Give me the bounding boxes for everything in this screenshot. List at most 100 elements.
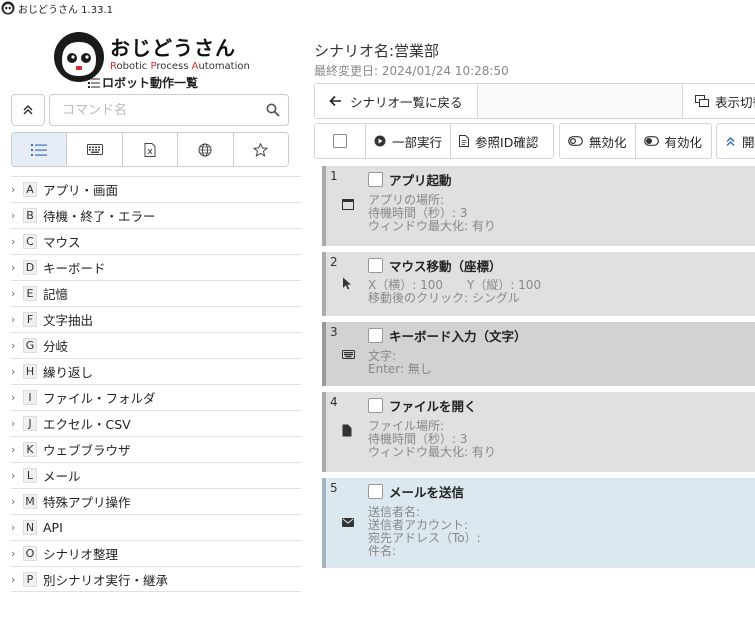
step-detail: 件名: (368, 544, 397, 558)
robot-action-list-title: ロボット動作一覧 (88, 74, 198, 91)
chevron-right-icon: › (11, 365, 16, 378)
command-search-input[interactable] (62, 102, 266, 118)
step-checkbox[interactable] (368, 328, 383, 343)
category-item[interactable]: › G 分岐 (11, 332, 301, 358)
category-item[interactable]: › P 別シナリオ実行・継承 (11, 566, 301, 592)
arrow-left-icon (329, 95, 341, 107)
category-item[interactable]: › D キーボード (11, 254, 301, 280)
step-title: マウス移動（座標） (389, 259, 502, 274)
search-icon[interactable] (266, 103, 280, 117)
category-item[interactable]: › A アプリ・画面 (11, 176, 301, 202)
logo-subtitle: Robotic Process Automation (110, 61, 250, 72)
category-list: › A アプリ・画面 › B 待機・終了・エラー › C マウス › D キーボード › E 記憶 … (11, 176, 301, 592)
tab-excel[interactable] (122, 133, 179, 166)
category-item[interactable]: › O シナリオ整理 (11, 540, 301, 566)
collapse-all-button[interactable] (11, 94, 45, 126)
back-to-scenario-list-button[interactable]: シナリオ一覧に戻る (315, 84, 478, 118)
chevron-right-icon: › (11, 183, 16, 196)
double-chevron-up-icon (23, 104, 33, 115)
category-item[interactable]: › M 特殊アプリ操作 (11, 488, 301, 514)
step-title: キーボード入力（文字） (389, 329, 527, 344)
scenario-editor: シナリオ名:営業部 最終変更日: 2024/01/24 10:28:50 シナリ… (314, 16, 755, 626)
enable-button[interactable]: 有効化 (636, 124, 711, 158)
play-circle-icon (374, 135, 386, 147)
step-detail: ウィンドウ最大化: 有り (368, 219, 496, 233)
scenario-step-list: 1 アプリ起動 アプリの場所: 待機時間（秒）: 3 ウィンドウ最大化: 有り 2 … (322, 166, 755, 574)
chevron-right-icon: › (11, 443, 16, 456)
step-detail: ウィンドウ最大化: 有り (368, 445, 496, 459)
tab-favorites[interactable] (233, 133, 288, 166)
step-detail: Enter: 無し (368, 362, 432, 376)
mail-icon (342, 518, 354, 527)
partial-run-button[interactable]: 一部実行 (366, 124, 452, 158)
select-all-checkbox[interactable] (315, 124, 366, 158)
list-icon (88, 77, 100, 88)
category-item[interactable]: › N API (11, 514, 301, 540)
chevron-right-icon: › (11, 313, 16, 326)
step-checkbox[interactable] (368, 258, 383, 273)
toggle-on-icon (643, 136, 659, 146)
chevron-right-icon: › (11, 547, 16, 560)
list-icon (31, 143, 48, 156)
category-item[interactable]: › E 記憶 (11, 280, 301, 306)
scenario-step[interactable]: 4 ファイルを開く ファイル場所: 待機時間（秒）: 3 ウィンドウ最大化: 有り (322, 392, 755, 472)
tab-keyboard[interactable] (67, 133, 123, 166)
file-icon (342, 424, 352, 437)
chevron-right-icon: › (11, 495, 16, 508)
category-item[interactable]: › I ファイル・フォルダ (11, 384, 301, 410)
chevron-right-icon: › (11, 521, 16, 534)
display-switch-icon (695, 95, 709, 107)
chevron-right-icon: › (11, 417, 16, 430)
open-all-button[interactable]: 開 (717, 124, 755, 158)
command-category-tabs (11, 132, 289, 167)
double-chevron-up-icon (726, 136, 735, 146)
step-title: ファイルを開く (389, 399, 477, 414)
step-number: 3 (330, 325, 338, 339)
run-group: 一部実行 参照ID確認 (314, 123, 554, 159)
sidebar: おじどうさん Robotic Process Automation ロボット動作… (0, 16, 302, 626)
chevron-right-icon: › (11, 287, 16, 300)
step-number: 5 (330, 481, 338, 495)
star-icon (253, 142, 269, 157)
chevron-right-icon: › (11, 235, 16, 248)
window-title: おじどうさん 1.33.1 (18, 4, 113, 16)
category-item[interactable]: › B 待機・終了・エラー (11, 202, 301, 228)
step-detail: 移動後のクリック: シングル (368, 291, 520, 305)
category-item[interactable]: › K ウェブブラウザ (11, 436, 301, 462)
search-row (11, 94, 289, 126)
view-toggle-button[interactable]: 表示切替 (682, 84, 755, 118)
cursor-icon (343, 277, 351, 290)
step-title: メールを送信 (389, 485, 465, 500)
document-icon (459, 135, 470, 147)
scenario-step[interactable]: 2 マウス移動（座標） X（横）: 100 Y（縦）: 100 移動後のクリック:… (322, 252, 755, 316)
chevron-right-icon: › (11, 469, 16, 482)
command-search-box (49, 94, 289, 126)
navigation-bar: シナリオ一覧に戻る 表示切替 (314, 83, 755, 119)
tab-web[interactable] (178, 133, 234, 166)
step-number: 4 (330, 395, 338, 409)
scenario-name: シナリオ名:営業部 (314, 42, 440, 60)
logo-name: おじどうさん (110, 36, 236, 60)
window-icon (342, 199, 354, 210)
scenario-step[interactable]: 1 アプリ起動 アプリの場所: 待機時間（秒）: 3 ウィンドウ最大化: 有り (322, 166, 755, 246)
category-item[interactable]: › F 文字抽出 (11, 306, 301, 332)
scenario-step[interactable]: 5 メールを送信 送信者名: 送信者アカウント: 宛先アドレス（To）: 件名: (322, 478, 755, 568)
chevron-right-icon: › (11, 391, 16, 404)
category-item[interactable]: › J エクセル・CSV (11, 410, 301, 436)
expand-group: 開 (716, 123, 755, 159)
keyboard-icon (342, 350, 355, 359)
category-item[interactable]: › C マウス (11, 228, 301, 254)
category-item[interactable]: › H 繰り返し (11, 358, 301, 384)
disable-button[interactable]: 無効化 (560, 124, 636, 158)
step-checkbox[interactable] (368, 398, 383, 413)
chevron-right-icon: › (11, 261, 16, 274)
enable-disable-group: 無効化 有効化 (559, 123, 712, 159)
reference-id-check-button[interactable]: 参照ID確認 (451, 124, 546, 158)
step-checkbox[interactable] (368, 172, 383, 187)
category-item[interactable]: › L メール (11, 462, 301, 488)
step-checkbox[interactable] (368, 484, 383, 499)
globe-icon (198, 143, 212, 156)
scenario-step[interactable]: 3 キーボード入力（文字） 文字: Enter: 無し (322, 322, 755, 386)
tab-list[interactable] (12, 133, 68, 166)
step-number: 2 (330, 255, 338, 269)
